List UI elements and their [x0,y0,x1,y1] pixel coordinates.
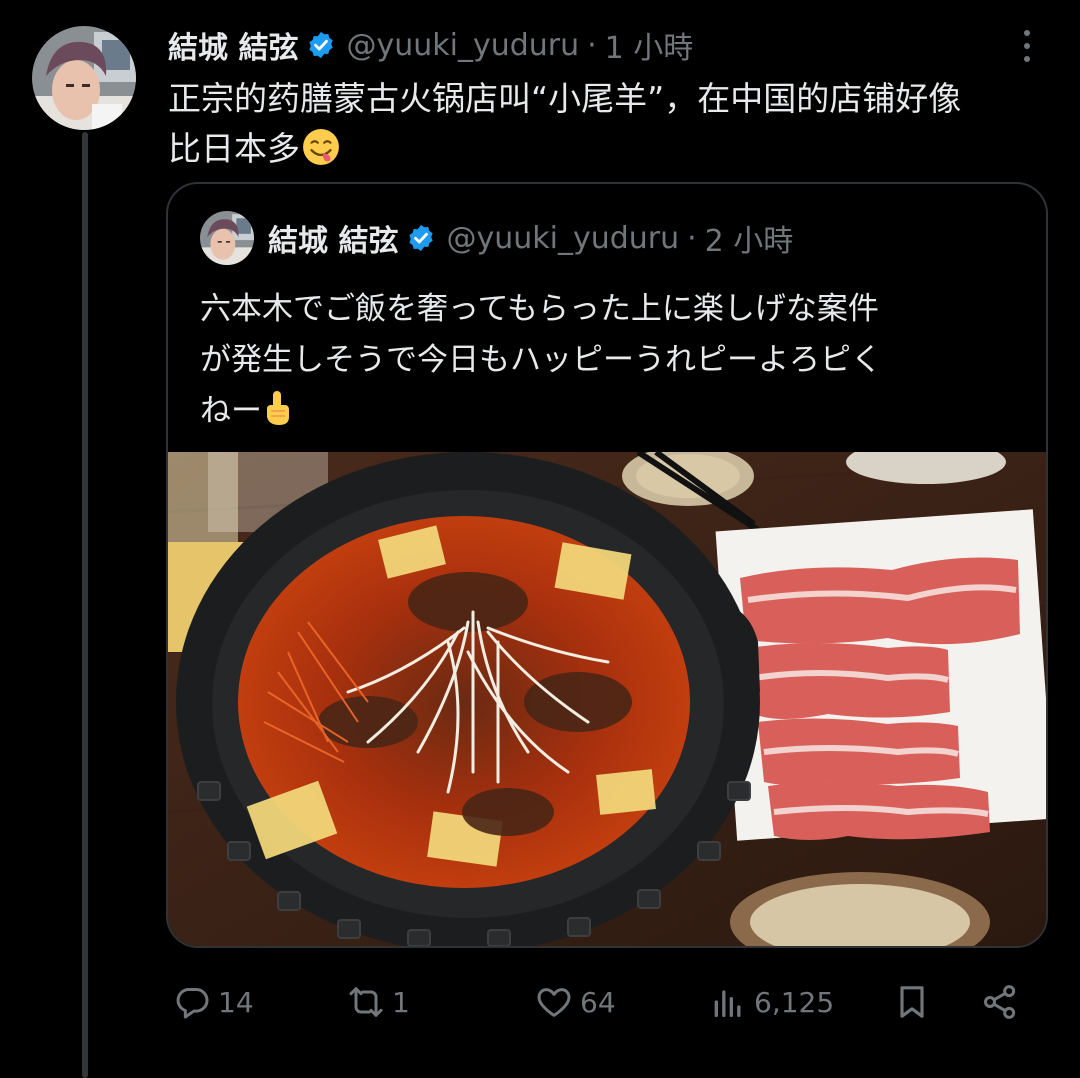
views-count: 6,125 [754,985,835,1019]
hotpot-photo[interactable] [168,452,1046,946]
repost-icon [349,987,383,1017]
tweet[interactable]: 結城 結弦 @yuuki_yuduru · 1 小時 正宗的药膳蒙古火锅店叫“小… [0,0,1080,1078]
reply-button[interactable]: 14 [172,976,254,1028]
verified-badge-icon [409,224,434,252]
quote-header: 結城 結弦 @yuuki_yuduru · 2 小時 [200,210,793,266]
quote-author-handle: @yuuki_yuduru [446,220,680,256]
post-text: 正宗的药膳蒙古火锅店叫“小尾羊”，在中国的店铺好像 比日本多 [168,74,1048,174]
quoted-tweet[interactable]: 結城 結弦 @yuuki_yuduru · 2 小時 六本木でご飯を奢ってもらっ… [166,182,1048,948]
more-dots-icon[interactable] [1012,26,1042,66]
post-text-line: 正宗的药膳蒙古火锅店叫“小尾羊”，在中国的店铺好像 [168,79,962,118]
quote-author-name: 結城 結弦 [268,224,399,259]
views-chart-icon [714,990,741,1017]
thread-line [82,132,88,1078]
post-header: 結城 結弦 @yuuki_yuduru · 1 小時 [168,23,694,67]
separator-dot: · [587,27,597,63]
bookmark-button[interactable] [892,976,932,1028]
share-button[interactable] [980,976,1020,1028]
post-text-line-2: 比日本多 [168,124,1048,174]
separator-dot: · [687,220,697,256]
like-button[interactable]: 64 [534,976,616,1028]
repost-count: 1 [392,985,410,1019]
quote-text-line-3: ねー [200,386,1020,437]
like-count: 64 [580,985,616,1019]
quote-avatar [200,211,254,265]
post-time[interactable]: 1 小時 [605,23,694,67]
quote-text-line: ねー [200,393,262,429]
bookmark-icon [900,986,924,1018]
quote-time: 2 小時 [704,224,794,259]
quote-text-line: が発生しそうで今日もハッピーうれピーよろピく [200,342,882,378]
post-text-line: 比日本多 [168,129,300,168]
yum-face-emoji-icon [303,129,339,165]
author-name[interactable]: 結城 結弦 [168,23,298,67]
quote-text: 六本木でご飯を奢ってもらった上に楽しげな案件 が発生しそうで今日もハッピーうれピ… [200,284,1020,437]
verified-badge-icon [309,31,334,59]
reply-icon [176,988,209,1019]
pointing-up-emoji-icon [267,391,289,425]
repost-button[interactable]: 1 [346,976,410,1028]
author-handle[interactable]: @yuuki_yuduru [346,28,579,63]
views-button[interactable]: 6,125 [708,976,834,1028]
reply-count: 14 [218,985,254,1019]
share-icon [983,985,1016,1019]
quote-text-line: 六本木でご飯を奢ってもらった上に楽しげな案件 [200,291,879,327]
heart-icon [537,988,571,1017]
action-bar: 14 1 64 6,125 [168,976,1038,1028]
avatar[interactable] [32,26,136,130]
